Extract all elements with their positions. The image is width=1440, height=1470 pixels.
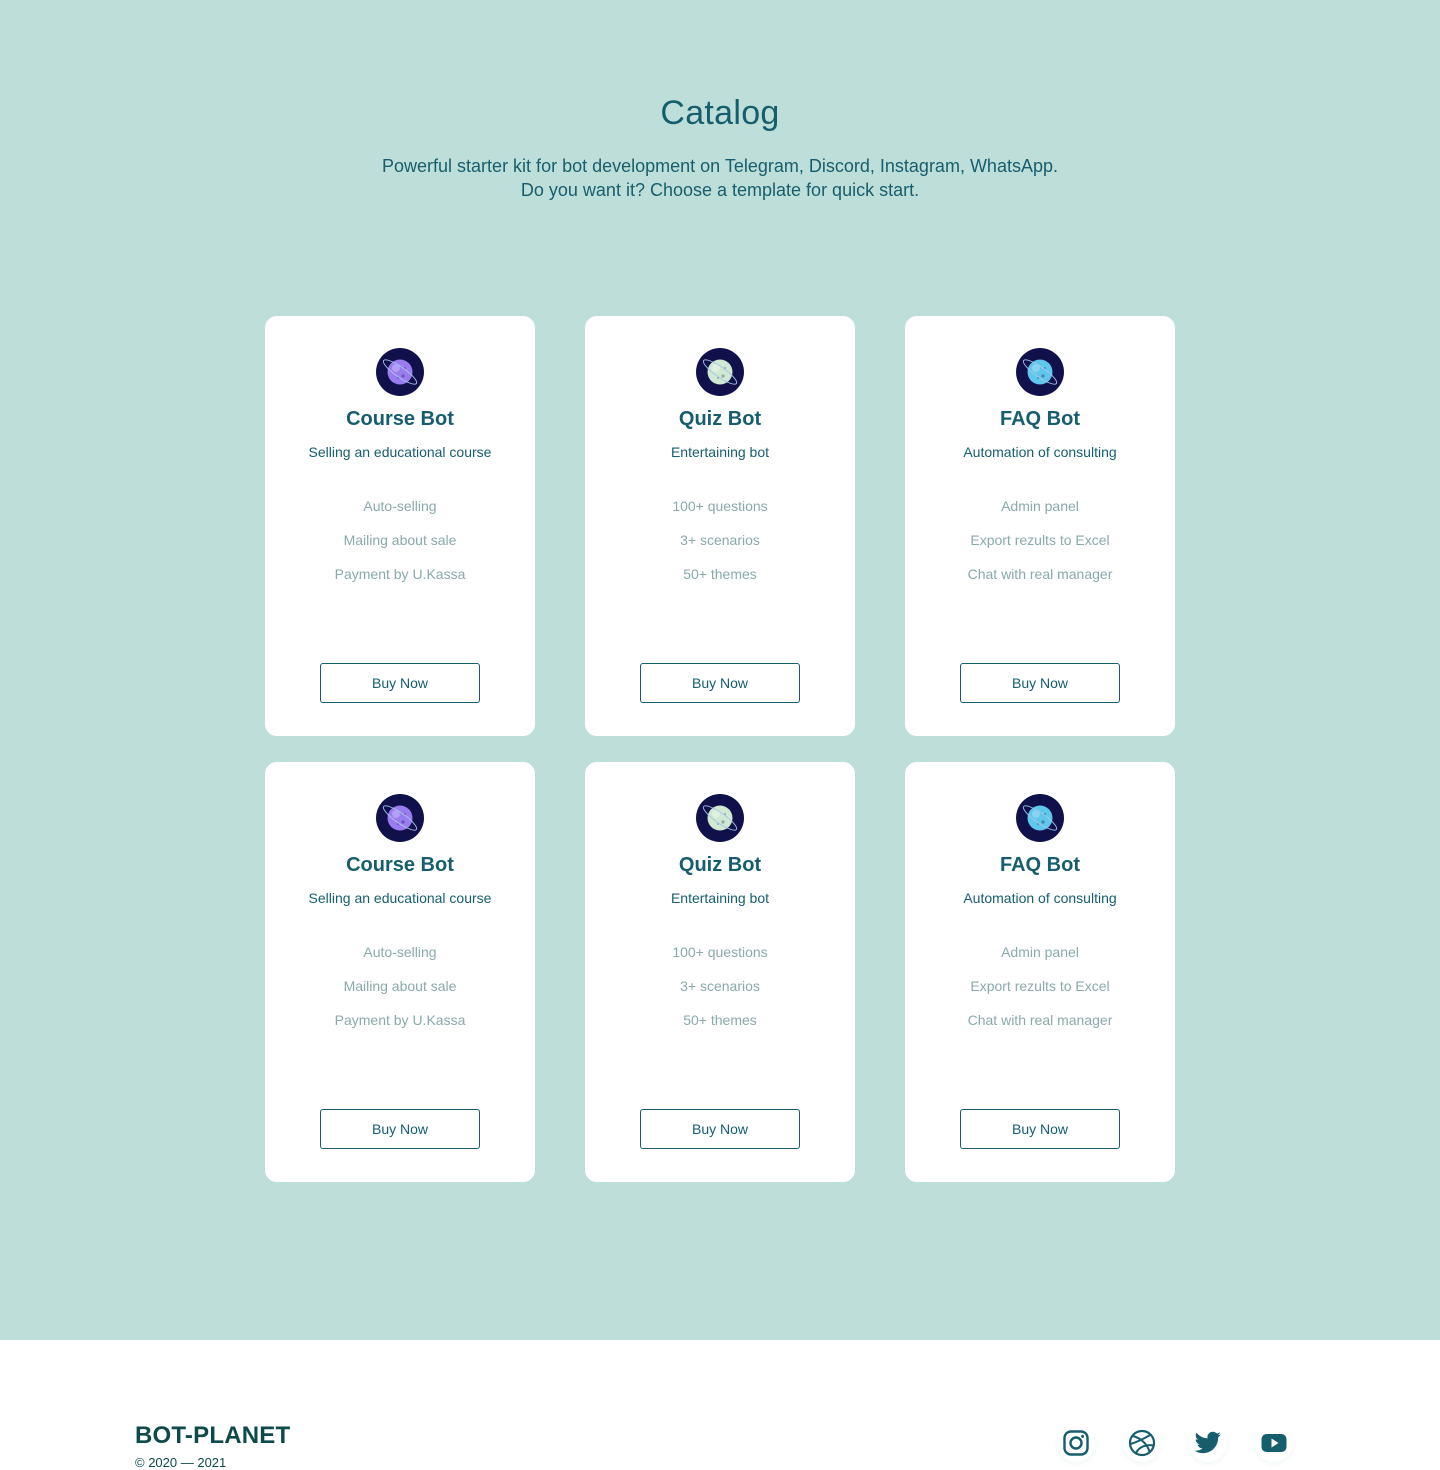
feature-item: Mailing about sale [343,532,457,548]
card-title: Quiz Bot [678,408,762,430]
feature-item: Export rezults to Excel [970,532,1110,548]
card-title: Quiz Bot [678,854,762,876]
twitter-link[interactable] [1189,1424,1227,1462]
feature-item: 3+ scenarios [680,978,760,994]
bot-card: FAQ Bot Automation of consulting Admin p… [905,762,1175,1182]
card-title: FAQ Bot [1000,408,1080,430]
bot-card: Quiz Bot Entertaining bot 100+ questions… [585,316,855,736]
card-description: Selling an educational course [308,444,492,460]
copyright: © 2020 — 2021 [135,1455,227,1470]
feature-item: 50+ themes [683,1012,757,1028]
bot-card: Quiz Bot Entertaining bot 100+ questions… [585,762,855,1182]
youtube-link[interactable] [1255,1424,1293,1462]
youtube-icon [1261,1434,1287,1452]
bot-card-grid: Course Bot Selling an educational course… [265,316,1175,1182]
blue-planet-icon [1016,794,1064,842]
feature-item: 50+ themes [683,566,757,582]
blue-planet-icon [1016,348,1064,396]
twitter-icon [1194,1431,1221,1454]
buy-now-button[interactable]: Buy Now [320,1109,480,1149]
feature-item: Admin panel [1001,498,1079,514]
catalog-subtitle-line-2: Do you want it? Choose a template for qu… [520,180,920,200]
feature-item: Export rezults to Excel [970,978,1110,994]
feature-item: Chat with real manager [967,566,1113,582]
dribbble-link[interactable] [1123,1424,1161,1462]
feature-list: 100+ questions 3+ scenarios 50+ themes [585,496,855,598]
bot-card: Course Bot Selling an educational course… [265,316,535,736]
brand-logo[interactable]: BOT-PLANET [135,1422,290,1450]
catalog-subtitle: Powerful starter kit for bot development… [0,154,1440,202]
feature-item: 100+ questions [672,498,768,514]
feature-item: 100+ questions [672,944,768,960]
feature-list: Auto-selling Mailing about sale Payment … [265,496,535,598]
card-description: Automation of consulting [963,444,1117,460]
feature-item: 3+ scenarios [680,532,760,548]
feature-item: Admin panel [1001,944,1079,960]
green-planet-icon [696,794,744,842]
card-description: Entertaining bot [670,890,770,906]
feature-list: Admin panel Export rezults to Excel Chat… [905,496,1175,598]
feature-item: Chat with real manager [967,1012,1113,1028]
feature-list: Auto-selling Mailing about sale Payment … [265,942,535,1044]
feature-item: Auto-selling [363,944,437,960]
feature-item: Mailing about sale [343,978,457,994]
buy-now-button[interactable]: Buy Now [640,663,800,703]
card-description: Entertaining bot [670,444,770,460]
buy-now-button[interactable]: Buy Now [960,663,1120,703]
catalog-subtitle-line-1: Powerful starter kit for bot development… [382,156,1058,176]
bot-card: FAQ Bot Automation of consulting Admin p… [905,316,1175,736]
card-title: Course Bot [346,408,454,430]
instagram-icon [1063,1430,1089,1456]
green-planet-icon [696,348,744,396]
feature-item: Payment by U.Kassa [334,566,466,582]
dribbble-icon [1128,1429,1156,1457]
buy-now-button[interactable]: Buy Now [960,1109,1120,1149]
footer: BOT-PLANET © 2020 — 2021 [0,1340,1440,1470]
feature-item: Payment by U.Kassa [334,1012,466,1028]
card-title: FAQ Bot [1000,854,1080,876]
purple-planet-icon [376,348,424,396]
card-title: Course Bot [346,854,454,876]
page-title: Catalog [660,94,780,132]
bot-card: Course Bot Selling an educational course… [265,762,535,1182]
feature-list: Admin panel Export rezults to Excel Chat… [905,942,1175,1044]
instagram-link[interactable] [1057,1424,1095,1462]
feature-item: Auto-selling [363,498,437,514]
buy-now-button[interactable]: Buy Now [640,1109,800,1149]
buy-now-button[interactable]: Buy Now [320,663,480,703]
catalog-section: Catalog Powerful starter kit for bot dev… [0,0,1440,1340]
feature-list: 100+ questions 3+ scenarios 50+ themes [585,942,855,1044]
purple-planet-icon [376,794,424,842]
card-description: Selling an educational course [308,890,492,906]
card-description: Automation of consulting [963,890,1117,906]
